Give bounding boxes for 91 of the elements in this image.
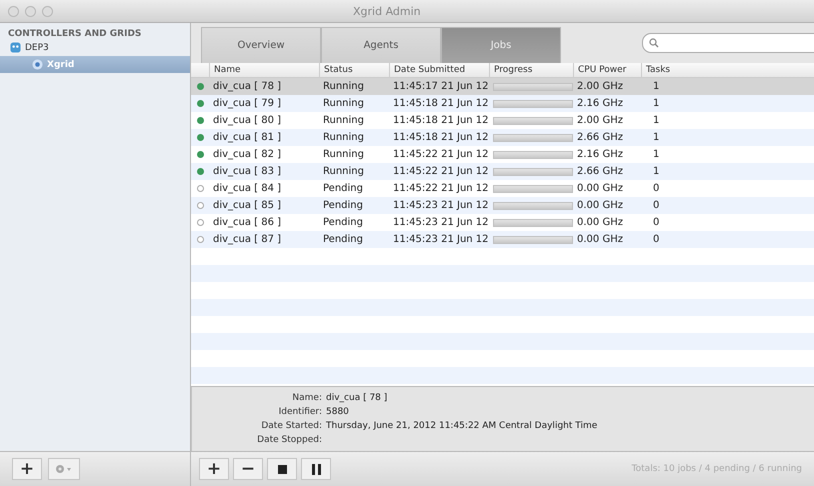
table-cell-text: Pending <box>322 234 364 245</box>
table-cell-text: 11:45:18 21 Jun 12 <box>392 98 489 109</box>
table-row[interactable]: div_cua [ 85 ] Pending 11:45:23 21 Jun 12 0.00 GHz 0 <box>191 197 814 214</box>
detail-value: Thursday, June 21, 2012 11:45:22 AM Central Daylight Time <box>326 421 598 431</box>
table-cell-text: 0.00 GHz <box>576 183 624 194</box>
table-row[interactable]: div_cua [ 78 ] Running 11:45:17 21 Jun 12 2.00 GHz 1 <box>191 78 814 95</box>
table-cell-text: 11:45:22 21 Jun 12 <box>392 183 489 194</box>
table-cell-text: 11:45:23 21 Jun 12 <box>392 217 489 228</box>
detail-label: Date Stopped: <box>256 435 323 445</box>
table-cell-text: 0.00 GHz <box>576 217 624 228</box>
table-cell-text: Pending <box>322 200 364 211</box>
detail-label: Name: <box>291 393 323 403</box>
table-cell-text: 1 <box>652 166 660 177</box>
window-title: Xgrid Admin <box>353 4 421 18</box>
pause-button[interactable] <box>301 458 331 480</box>
table-cell-text: div_cua [ 79 ] <box>212 98 282 109</box>
status-text: Totals: 10 jobs / 4 pending / 6 running <box>632 464 802 474</box>
search-field[interactable] <box>642 33 814 53</box>
table-cell-text: 0.00 GHz <box>576 200 624 211</box>
column-header[interactable]: Tasks <box>641 63 701 77</box>
table-cell-text: Pending <box>322 183 364 194</box>
table-cell-text: 1 <box>652 115 660 126</box>
table-cell-text: 11:45:18 21 Jun 12 <box>392 132 489 143</box>
settings-menu-button[interactable] <box>48 458 80 480</box>
column-header[interactable]: Date Submitted <box>389 63 489 77</box>
table-cell-text: 11:45:23 21 Jun 12 <box>392 200 489 211</box>
tab[interactable]: Overview <box>201 27 321 63</box>
sidebar-item[interactable]: DEP3 <box>0 39 190 56</box>
table-cell-text: 11:45:22 21 Jun 12 <box>392 166 489 177</box>
table-row[interactable]: div_cua [ 86 ] Pending 11:45:23 21 Jun 12 0.00 GHz 0 <box>191 214 814 231</box>
table-row[interactable]: div_cua [ 79 ] Running 11:45:18 21 Jun 12 2.16 GHz 1 <box>191 95 814 112</box>
table-cell-text: Running <box>322 81 365 92</box>
column-header[interactable]: Status <box>319 63 389 77</box>
table-cell-text: Pending <box>322 217 364 228</box>
search-icon <box>649 38 659 48</box>
detail-value: div_cua [ 78 ] <box>326 393 388 403</box>
window-control-icon[interactable] <box>8 6 19 16</box>
column-header[interactable]: Progress <box>489 63 573 77</box>
table-cell-text: div_cua [ 78 ] <box>212 81 282 92</box>
table-cell-text: div_cua [ 86 ] <box>212 217 282 228</box>
table-cell-text: Running <box>322 98 365 109</box>
table-cell-text: Running <box>322 149 365 160</box>
window-control-icon[interactable] <box>42 6 53 16</box>
table-cell-text: 11:45:23 21 Jun 12 <box>392 234 489 245</box>
table-cell-text: 11:45:18 21 Jun 12 <box>392 115 489 126</box>
table-cell-text: Running <box>322 115 365 126</box>
toolbar-button[interactable]: + <box>199 458 229 480</box>
table-cell-text: 11:45:17 21 Jun 12 <box>392 81 489 92</box>
table-cell-text: 0 <box>652 217 660 228</box>
column-header[interactable]: CPU Power <box>573 63 641 77</box>
table-cell-text: 2.00 GHz <box>576 81 624 92</box>
toolbar-button[interactable]: − <box>233 458 263 480</box>
table-row[interactable]: div_cua [ 84 ] Pending 11:45:22 21 Jun 12 0.00 GHz 0 <box>191 180 814 197</box>
table-cell-text: 0.00 GHz <box>576 234 624 245</box>
detail-value: 5880 <box>326 407 349 417</box>
table-cell-text: 0 <box>652 183 660 194</box>
add-button[interactable]: + <box>12 458 42 480</box>
table-cell-text: 11:45:22 21 Jun 12 <box>392 149 489 160</box>
table-row[interactable]: div_cua [ 83 ] Running 11:45:22 21 Jun 12 2.66 GHz 1 <box>191 163 814 180</box>
table-cell-text: 2.00 GHz <box>576 115 624 126</box>
stop-button[interactable] <box>267 458 297 480</box>
table-cell-text: 0 <box>652 234 660 245</box>
table-cell-text: 2.16 GHz <box>576 149 624 160</box>
table-cell-text: 0 <box>652 200 660 211</box>
table-row[interactable]: div_cua [ 80 ] Running 11:45:18 21 Jun 12 2.00 GHz 1 <box>191 112 814 129</box>
table-cell-text: 2.66 GHz <box>576 132 624 143</box>
detail-label: Identifier: <box>278 407 323 417</box>
table-row[interactable]: div_cua [ 81 ] Running 11:45:18 21 Jun 12 2.66 GHz 1 <box>191 129 814 146</box>
window-control-icon[interactable] <box>25 6 36 16</box>
table-cell-text: 1 <box>652 81 660 92</box>
table-cell-text: 2.66 GHz <box>576 166 624 177</box>
detail-label: Date Started: <box>260 421 323 431</box>
tab[interactable]: Agents <box>321 27 441 63</box>
gear-icon <box>55 464 73 474</box>
table-cell-text: 2.16 GHz <box>576 98 624 109</box>
table-cell-text: div_cua [ 83 ] <box>212 166 282 177</box>
table-cell-text: div_cua [ 84 ] <box>212 183 282 194</box>
sidebar-heading: CONTROLLERS AND GRIDS <box>7 29 142 39</box>
table-cell-text: 1 <box>652 149 660 160</box>
table-row[interactable]: div_cua [ 82 ] Running 11:45:22 21 Jun 12 2.16 GHz 1 <box>191 146 814 163</box>
table-cell-text: Running <box>322 132 365 143</box>
table-cell-text: Running <box>322 166 365 177</box>
table-cell-text: 1 <box>652 132 660 143</box>
table-cell-text: div_cua [ 80 ] <box>212 115 282 126</box>
table-row[interactable]: div_cua [ 87 ] Pending 11:45:23 21 Jun 12 0.00 GHz 0 <box>191 231 814 248</box>
table-cell-text: div_cua [ 85 ] <box>212 200 282 211</box>
table-cell-text: div_cua [ 82 ] <box>212 149 282 160</box>
table-cell-text: div_cua [ 81 ] <box>212 132 282 143</box>
table-cell-text: 1 <box>652 98 660 109</box>
column-header[interactable]: Name <box>209 63 319 77</box>
table-cell-text: div_cua [ 87 ] <box>212 234 282 245</box>
